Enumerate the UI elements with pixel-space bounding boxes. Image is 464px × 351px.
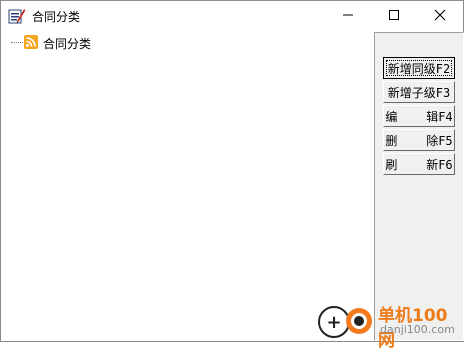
close-button[interactable] (417, 1, 463, 31)
delete-button[interactable]: 删 除F5 (383, 129, 455, 151)
refresh-button[interactable]: 刷 新F6 (383, 153, 455, 175)
maximize-button[interactable] (371, 1, 417, 31)
app-window: 合同分类 合同分类 新增同级F2 新增子级F3 编 辑F4 删 除F5 刷 新F… (0, 0, 464, 342)
tree-node-root[interactable]: 合同分类 (2, 33, 202, 51)
watermark-logo-icon (346, 308, 372, 334)
window-title: 合同分类 (32, 10, 81, 24)
tree-connector (11, 42, 23, 43)
edit-button[interactable]: 编 辑F4 (383, 105, 455, 127)
title-bar[interactable]: 合同分类 (1, 1, 463, 31)
close-icon (434, 9, 446, 24)
client-area: 合同分类 新增同级F2 新增子级F3 编 辑F4 删 除F5 刷 新F6 (1, 31, 464, 341)
site-watermark: + 单机100网 danji100.com (316, 300, 464, 351)
watermark-url: danji100.com (380, 323, 455, 336)
add-child-button[interactable]: 新增子级F3 (383, 81, 455, 103)
maximize-icon (388, 9, 400, 24)
minimize-icon (342, 9, 354, 24)
tree-node-label: 合同分类 (43, 37, 92, 51)
minimize-button[interactable] (325, 1, 371, 31)
app-edit-icon (8, 7, 26, 25)
category-tree[interactable]: 合同分类 (2, 31, 374, 340)
add-sibling-button[interactable]: 新增同级F2 (383, 57, 455, 79)
rss-icon (24, 35, 38, 49)
action-panel: 新增同级F2 新增子级F3 编 辑F4 删 除F5 刷 新F6 (374, 32, 464, 341)
